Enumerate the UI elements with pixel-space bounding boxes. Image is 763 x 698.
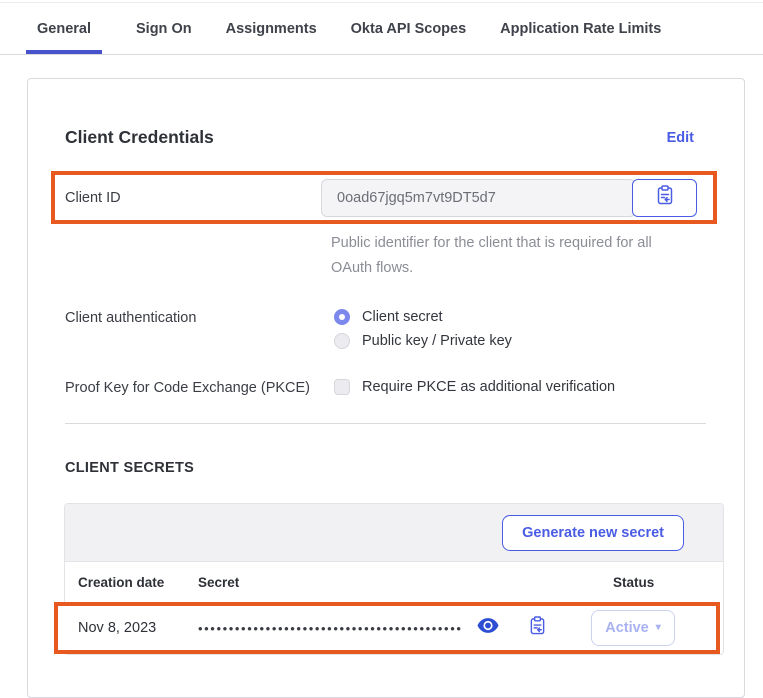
client-id-group: 0oad67jgq5m7vt9DT5d7 — [321, 179, 697, 217]
section-divider — [65, 423, 706, 424]
generate-new-secret-button[interactable]: Generate new secret — [502, 515, 684, 551]
column-header-secret: Secret — [198, 575, 613, 590]
tab-assignments[interactable]: Assignments — [226, 21, 317, 54]
table-header-row: Creation date Secret Status — [65, 562, 723, 602]
secret-status-dropdown[interactable]: Active ▾ — [591, 610, 675, 646]
client-authentication-label: Client authentication — [65, 309, 334, 349]
radio-client-secret-label: Client secret — [362, 309, 443, 325]
tab-application-rate-limits[interactable]: Application Rate Limits — [500, 21, 661, 54]
highlight-box-client-id: Client ID 0oad67jgq5m7vt9DT5d7 — [51, 171, 717, 224]
tab-okta-api-scopes[interactable]: Okta API Scopes — [351, 21, 467, 54]
column-header-creation-date: Creation date — [78, 575, 198, 590]
panel-title: Client Credentials — [65, 127, 214, 148]
pkce-checkbox-option[interactable]: Require PKCE as additional verification — [334, 379, 615, 395]
client-id-field[interactable]: 0oad67jgq5m7vt9DT5d7 — [321, 179, 636, 217]
clipboard-copy-icon — [529, 616, 546, 640]
checkbox-unchecked-icon[interactable] — [334, 379, 350, 395]
copy-secret-button[interactable] — [529, 616, 546, 640]
client-authentication-row: Client authentication Client secret Publ… — [65, 309, 744, 349]
tab-sign-on[interactable]: Sign On — [136, 21, 192, 54]
client-id-helper-text: Public identifier for the client that is… — [331, 231, 683, 281]
secret-creation-date: Nov 8, 2023 — [78, 620, 198, 636]
radio-public-private-key[interactable]: Public key / Private key — [334, 333, 512, 349]
app-tab-bar: General Sign On Assignments Okta API Sco… — [0, 0, 763, 55]
page-top-divider — [0, 2, 763, 3]
highlight-box-secret-row: Nov 8, 2023 ••••••••••••••••••••••••••••… — [54, 602, 720, 654]
radio-public-private-key-label: Public key / Private key — [362, 333, 512, 349]
clipboard-copy-icon — [656, 185, 674, 210]
pkce-checkbox-label: Require PKCE as additional verification — [362, 379, 615, 395]
copy-client-id-button[interactable] — [632, 179, 697, 217]
client-credentials-panel: Client Credentials Edit Client ID 0oad67… — [27, 78, 745, 698]
edit-link[interactable]: Edit — [667, 130, 694, 146]
status-label: Active — [605, 620, 649, 636]
tab-general[interactable]: General — [26, 21, 102, 54]
client-secrets-table: Generate new secret Creation date Secret… — [64, 503, 724, 655]
client-secrets-section-title: CLIENT SECRETS — [65, 460, 744, 476]
eye-icon — [477, 618, 499, 638]
pkce-row: Proof Key for Code Exchange (PKCE) Requi… — [65, 379, 744, 396]
radio-selected-icon[interactable] — [334, 309, 350, 325]
client-authentication-options: Client secret Public key / Private key — [334, 309, 512, 349]
client-id-label: Client ID — [65, 190, 321, 206]
chevron-down-icon: ▾ — [656, 623, 661, 633]
pkce-label: Proof Key for Code Exchange (PKCE) — [65, 379, 334, 396]
radio-unselected-icon[interactable] — [334, 333, 350, 349]
table-toolbar: Generate new secret — [65, 504, 723, 562]
masked-secret-value: ••••••••••••••••••••••••••••••••••••••••… — [198, 621, 463, 636]
radio-client-secret[interactable]: Client secret — [334, 309, 512, 325]
panel-header: Client Credentials Edit — [65, 127, 694, 148]
column-header-status: Status — [613, 575, 723, 590]
reveal-secret-button[interactable] — [477, 618, 499, 638]
